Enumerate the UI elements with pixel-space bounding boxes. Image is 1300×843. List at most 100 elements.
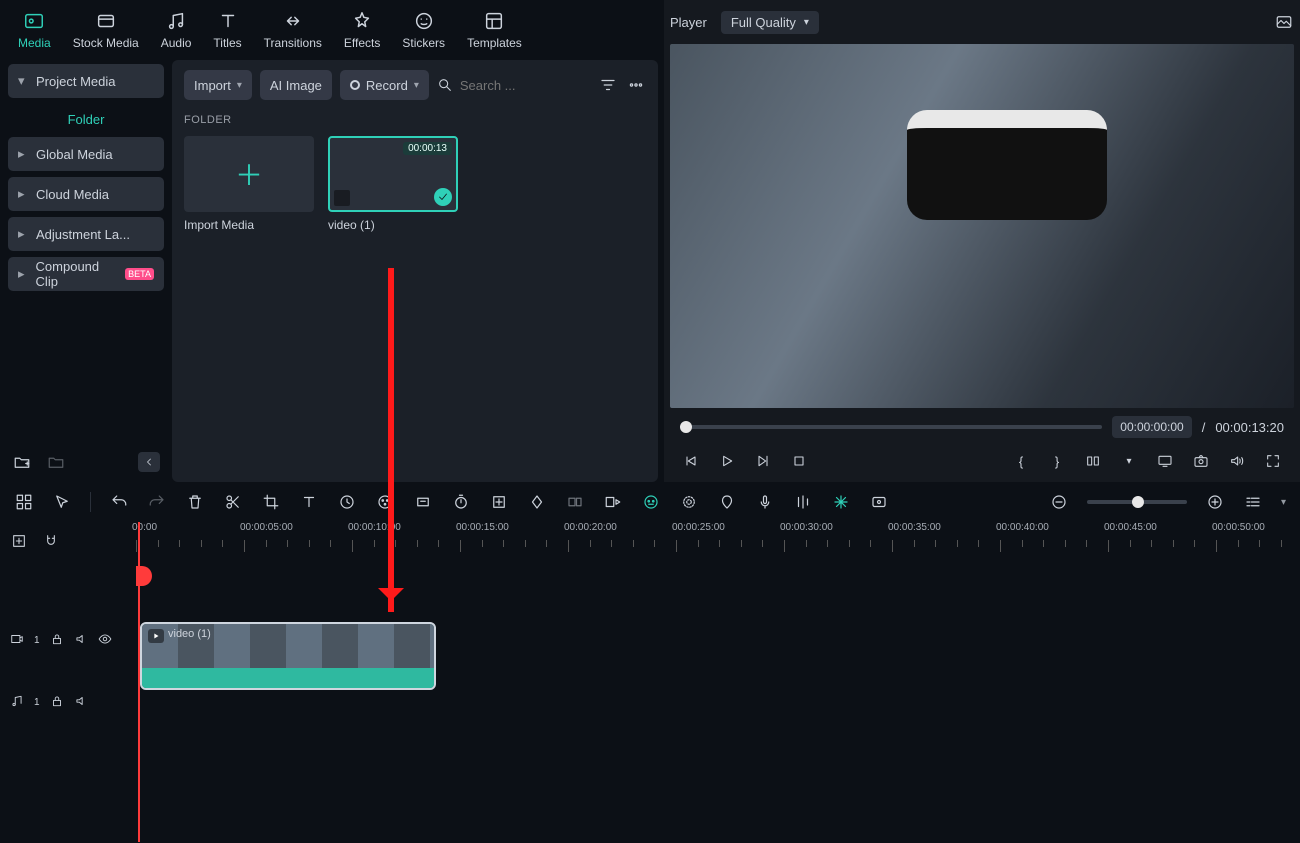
fit-button[interactable] <box>489 492 509 512</box>
quality-dropdown[interactable]: Full Quality ▾ <box>721 11 819 34</box>
mark-in-button[interactable]: { <box>1010 450 1032 472</box>
marker-button[interactable] <box>717 492 737 512</box>
cursor-icon[interactable] <box>52 492 72 512</box>
audio-mix-button[interactable] <box>793 492 813 512</box>
timeline-toolbar: ▾ <box>0 482 1300 522</box>
display-icon[interactable] <box>1154 450 1176 472</box>
timer-button[interactable] <box>451 492 471 512</box>
tab-audio[interactable]: Audio <box>161 10 192 50</box>
split-button[interactable] <box>223 492 243 512</box>
video-track-icon <box>10 632 24 649</box>
audio-track-icon <box>10 694 24 711</box>
detach-button[interactable] <box>603 492 623 512</box>
voiceover-button[interactable] <box>755 492 775 512</box>
ruler-label: 00:00:50:00 <box>1212 522 1265 533</box>
chevron-down-icon[interactable]: ▾ <box>1281 497 1286 508</box>
chevron-down-icon[interactable]: ▾ <box>1118 450 1140 472</box>
freeze-button[interactable] <box>565 492 585 512</box>
picture-icon[interactable] <box>1274 12 1294 32</box>
keyframe-button[interactable] <box>527 492 547 512</box>
zoom-slider[interactable] <box>1087 500 1187 504</box>
visibility-icon[interactable] <box>98 632 112 649</box>
tab-stickers[interactable]: Stickers <box>402 10 445 50</box>
render-button[interactable] <box>831 492 851 512</box>
folder-heading: FOLDER <box>184 114 646 126</box>
magnet-icon[interactable] <box>42 531 60 551</box>
sidebar-project-label: Project Media <box>36 74 115 89</box>
audio-track-header[interactable]: 1 <box>0 680 136 724</box>
tab-media-label: Media <box>18 36 51 50</box>
play-button[interactable] <box>716 450 738 472</box>
sidebar-compound-clip[interactable]: ▸ Compound Clip BETA <box>8 257 164 291</box>
stop-button[interactable] <box>788 450 810 472</box>
search-icon[interactable] <box>437 75 454 95</box>
sidebar-adjustment-layer[interactable]: ▸ Adjustment La... <box>8 217 164 251</box>
mark-out-button[interactable]: } <box>1046 450 1068 472</box>
lock-icon[interactable] <box>50 632 64 649</box>
import-dropdown[interactable]: Import ▾ <box>184 70 252 100</box>
prev-frame-button[interactable] <box>680 450 702 472</box>
playhead-flag[interactable] <box>136 566 152 586</box>
collapse-sidebar-button[interactable] <box>138 452 160 472</box>
crop-button[interactable] <box>261 492 281 512</box>
timeline-clip-label: video (1) <box>168 628 211 640</box>
sidebar-cloud-label: Cloud Media <box>36 187 109 202</box>
player-title: Player <box>670 15 707 30</box>
player-progress-bar[interactable] <box>680 425 1102 429</box>
timeline-clip[interactable]: video (1) <box>140 622 436 690</box>
chevron-down-icon: ▾ <box>804 17 809 28</box>
tab-titles[interactable]: Titles <box>213 10 241 50</box>
chevron-right-icon: ▸ <box>18 266 28 282</box>
zoom-in-button[interactable] <box>1205 492 1225 512</box>
mute-icon[interactable] <box>74 694 88 711</box>
new-folder-icon[interactable] <box>12 452 32 472</box>
ruler-label: 00:00 <box>132 522 157 533</box>
ai-button[interactable] <box>641 492 661 512</box>
sidebar-cloud-media[interactable]: ▸ Cloud Media <box>8 177 164 211</box>
tab-media[interactable]: Media <box>18 10 51 50</box>
player-preview[interactable] <box>670 44 1294 408</box>
timeline[interactable]: 00:0000:00:05:0000:00:10:0000:00:15:0000… <box>0 522 1300 842</box>
sidebar-global-media[interactable]: ▸ Global Media <box>8 137 164 171</box>
text-button[interactable] <box>299 492 319 512</box>
search-input[interactable] <box>460 78 590 93</box>
video-track-header[interactable]: 1 <box>0 618 136 662</box>
tab-transitions[interactable]: Transitions <box>264 10 322 50</box>
track-view-button[interactable] <box>1243 492 1263 512</box>
delete-button[interactable] <box>185 492 205 512</box>
tab-stock-media[interactable]: Stock Media <box>73 10 139 50</box>
volume-icon[interactable] <box>1226 450 1248 472</box>
tab-audio-label: Audio <box>161 36 192 50</box>
lock-icon[interactable] <box>50 694 64 711</box>
layout-icon[interactable] <box>14 492 34 512</box>
undo-button[interactable] <box>109 492 129 512</box>
record-dropdown[interactable]: Record ▾ <box>340 70 429 100</box>
more-icon[interactable] <box>626 75 646 95</box>
screenshot-timeline-button[interactable] <box>869 492 889 512</box>
tab-effects-label: Effects <box>344 36 380 50</box>
tab-templates[interactable]: Templates <box>467 10 522 50</box>
next-button[interactable] <box>752 450 774 472</box>
import-media-card[interactable]: ＋ Import Media <box>184 136 314 232</box>
ai-image-button[interactable]: AI Image <box>260 70 332 100</box>
record-icon <box>350 80 360 90</box>
filter-icon[interactable] <box>598 75 618 95</box>
fullscreen-icon[interactable] <box>1262 450 1284 472</box>
snapshot-icon[interactable] <box>1190 450 1212 472</box>
clip-play-icon <box>148 629 164 643</box>
zoom-out-button[interactable] <box>1049 492 1069 512</box>
track-manage-icon[interactable] <box>10 531 28 551</box>
chevron-right-icon: ▸ <box>18 226 28 242</box>
folder-link-icon[interactable] <box>46 452 66 472</box>
split-view-icon[interactable] <box>1082 450 1104 472</box>
speed-button[interactable] <box>337 492 357 512</box>
motion-button[interactable] <box>679 492 699 512</box>
media-clip-card[interactable]: 00:00:13 video (1) <box>328 136 458 232</box>
timeline-ruler[interactable]: 00:0000:00:05:0000:00:10:0000:00:15:0000… <box>136 522 1300 554</box>
sidebar-project-media[interactable]: ▾ Project Media <box>8 64 164 98</box>
mute-icon[interactable] <box>74 632 88 649</box>
redo-button[interactable] <box>147 492 167 512</box>
sidebar-folder-label[interactable]: Folder <box>8 104 164 137</box>
mask-button[interactable] <box>413 492 433 512</box>
tab-effects[interactable]: Effects <box>344 10 380 50</box>
